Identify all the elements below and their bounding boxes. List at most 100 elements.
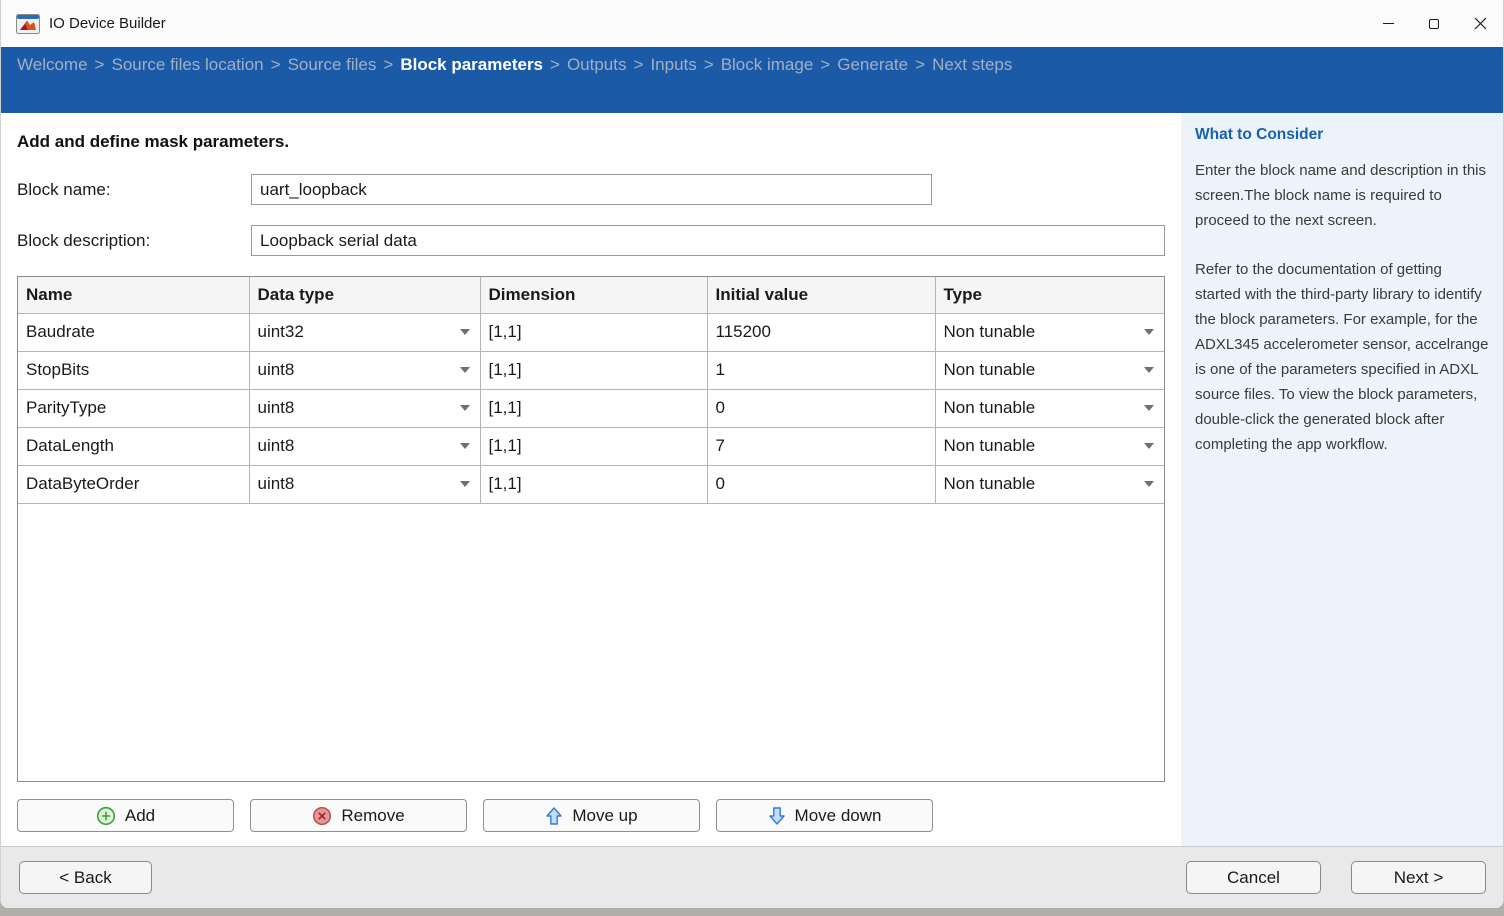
back-button[interactable]: < Back	[19, 861, 152, 894]
move-down-button-label: Move down	[795, 806, 882, 826]
type-dropdown[interactable]: Non tunable	[935, 313, 1164, 351]
initial-value-cell[interactable]: 0	[707, 465, 935, 503]
table-row: DataByteOrder uint8 [1,1] 0 Non tunable	[18, 465, 1164, 503]
close-icon	[1474, 17, 1487, 30]
data-type-value: uint8	[258, 360, 295, 380]
remove-icon	[312, 806, 332, 826]
column-header-dimension: Dimension	[480, 277, 707, 313]
parameters-table: Name Data type Dimension Initial value T…	[17, 276, 1165, 782]
table-row: ParityType uint8 [1,1] 0 Non tunable	[18, 389, 1164, 427]
window-controls	[1365, 0, 1503, 47]
dimension-cell[interactable]: [1,1]	[480, 465, 707, 503]
table-row: DataLength uint8 [1,1] 7 Non tunable	[18, 427, 1164, 465]
breadcrumb-item-source-files-location: Source files location	[111, 55, 263, 74]
data-type-dropdown[interactable]: uint8	[249, 465, 480, 503]
table-header-row: Name Data type Dimension Initial value T…	[18, 277, 1164, 313]
param-name-cell[interactable]: StopBits	[18, 351, 249, 389]
type-value: Non tunable	[944, 436, 1036, 456]
data-type-value: uint32	[258, 322, 304, 342]
maximize-button[interactable]	[1411, 0, 1457, 47]
breadcrumb: Welcome > Source files location > Source fil…	[17, 55, 1487, 75]
type-value: Non tunable	[944, 360, 1036, 380]
type-value: Non tunable	[944, 398, 1036, 418]
block-name-input[interactable]	[251, 174, 932, 205]
help-sidebar: What to Consider Enter the block name an…	[1181, 113, 1503, 846]
breadcrumb-item-generate: Generate	[837, 55, 908, 74]
cancel-button[interactable]: Cancel	[1186, 861, 1321, 894]
breadcrumb-separator: >	[550, 55, 560, 74]
breadcrumb-item-outputs: Outputs	[567, 55, 627, 74]
breadcrumb-item-source-files: Source files	[288, 55, 377, 74]
move-down-button[interactable]: Move down	[716, 799, 933, 832]
breadcrumb-item-next-steps: Next steps	[932, 55, 1012, 74]
dropdown-caret-icon	[460, 405, 470, 411]
next-button[interactable]: Next >	[1351, 861, 1486, 894]
remove-button-label: Remove	[341, 806, 404, 826]
move-up-button-label: Move up	[572, 806, 637, 826]
matlab-app-icon	[16, 14, 40, 34]
dropdown-caret-icon	[1144, 405, 1154, 411]
dropdown-caret-icon	[1144, 443, 1154, 449]
type-dropdown[interactable]: Non tunable	[935, 465, 1164, 503]
close-button[interactable]	[1457, 0, 1503, 47]
type-dropdown[interactable]: Non tunable	[935, 427, 1164, 465]
dropdown-caret-icon	[1144, 481, 1154, 487]
table-row: Baudrate uint32 [1,1] 115200 Non tunable	[18, 313, 1164, 351]
block-description-input[interactable]	[251, 225, 1165, 256]
data-type-value: uint8	[258, 436, 295, 456]
data-type-dropdown[interactable]: uint8	[249, 427, 480, 465]
add-button[interactable]: Add	[17, 799, 234, 832]
remove-button[interactable]: Remove	[250, 799, 467, 832]
dropdown-caret-icon	[1144, 367, 1154, 373]
sidebar-paragraph: Enter the block name and description in …	[1195, 158, 1489, 233]
initial-value-cell[interactable]: 7	[707, 427, 935, 465]
breadcrumb-separator: >	[704, 55, 714, 74]
dimension-cell[interactable]: [1,1]	[480, 351, 707, 389]
block-name-label: Block name:	[17, 180, 251, 200]
add-button-label: Add	[125, 806, 155, 826]
type-dropdown[interactable]: Non tunable	[935, 389, 1164, 427]
dimension-cell[interactable]: [1,1]	[480, 389, 707, 427]
param-name-cell[interactable]: ParityType	[18, 389, 249, 427]
initial-value-cell[interactable]: 1	[707, 351, 935, 389]
breadcrumb-separator: >	[383, 55, 393, 74]
breadcrumb-item-block-image: Block image	[721, 55, 814, 74]
data-type-dropdown[interactable]: uint8	[249, 351, 480, 389]
type-value: Non tunable	[944, 474, 1036, 494]
param-name-cell[interactable]: Baudrate	[18, 313, 249, 351]
breadcrumb-separator: >	[820, 55, 830, 74]
initial-value-cell[interactable]: 0	[707, 389, 935, 427]
move-up-icon	[545, 806, 563, 826]
title-bar: IO Device Builder	[1, 0, 1503, 47]
maximize-icon	[1429, 19, 1439, 29]
data-type-dropdown[interactable]: uint32	[249, 313, 480, 351]
breadcrumb-item-block-parameters: Block parameters	[400, 55, 543, 74]
dropdown-caret-icon	[460, 443, 470, 449]
move-down-icon	[768, 806, 786, 826]
dimension-cell[interactable]: [1,1]	[480, 427, 707, 465]
breadcrumb-item-welcome: Welcome	[17, 55, 88, 74]
type-dropdown[interactable]: Non tunable	[935, 351, 1164, 389]
table-toolbar: Add Remove Move up	[17, 799, 1165, 832]
data-type-dropdown[interactable]: uint8	[249, 389, 480, 427]
breadcrumb-separator: >	[95, 55, 105, 74]
footer-bar: < Back Cancel Next >	[1, 846, 1503, 908]
sidebar-paragraph: Refer to the documentation of getting st…	[1195, 257, 1489, 457]
initial-value-cell[interactable]: 115200	[707, 313, 935, 351]
wizard-step-banner: Welcome > Source files location > Source fil…	[1, 47, 1503, 113]
dropdown-caret-icon	[460, 481, 470, 487]
minimize-button[interactable]	[1365, 0, 1411, 47]
column-header-name: Name	[18, 277, 249, 313]
table-row: StopBits uint8 [1,1] 1 Non tunable	[18, 351, 1164, 389]
type-value: Non tunable	[944, 322, 1036, 342]
page-title: Add and define mask parameters.	[17, 132, 1165, 152]
breadcrumb-separator: >	[271, 55, 281, 74]
param-name-cell[interactable]: DataByteOrder	[18, 465, 249, 503]
data-type-value: uint8	[258, 474, 295, 494]
window-title: IO Device Builder	[49, 15, 166, 32]
breadcrumb-separator: >	[634, 55, 644, 74]
param-name-cell[interactable]: DataLength	[18, 427, 249, 465]
breadcrumb-item-inputs: Inputs	[650, 55, 696, 74]
move-up-button[interactable]: Move up	[483, 799, 700, 832]
dimension-cell[interactable]: [1,1]	[480, 313, 707, 351]
